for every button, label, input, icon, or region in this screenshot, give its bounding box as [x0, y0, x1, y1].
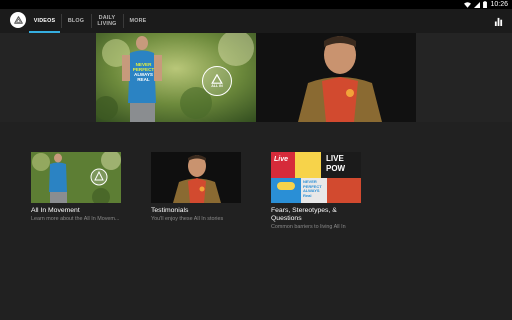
- status-icons: 10:26: [464, 0, 508, 9]
- video-card[interactable]: Live LIVE POW NEVER PERFECT ALWAYS Real …: [271, 152, 363, 230]
- wifi-icon: [464, 1, 472, 8]
- shirt-text-line: REAL: [137, 77, 150, 82]
- triangle-logo-icon: [13, 15, 23, 24]
- hero-image-portrait: [256, 33, 416, 122]
- card-title: Testimonials: [151, 207, 189, 214]
- card-thumbnail[interactable]: [31, 152, 121, 203]
- collage-text: LIVE: [326, 154, 344, 163]
- collage-text: NEVER PERFECT ALWAYS Real: [303, 179, 322, 198]
- video-card[interactable]: All In Movement Learn more about the All…: [31, 152, 123, 222]
- app-logo[interactable]: [10, 12, 26, 28]
- shirt-text: NEVER PERFECT ALWAYS REAL: [130, 62, 157, 82]
- hero-backdrop-left: [0, 33, 96, 122]
- status-time: 10:26: [490, 1, 508, 8]
- video-card[interactable]: Testimonials You'll enjoy these All In s…: [151, 152, 243, 222]
- tab-daily-living[interactable]: DAILY LIVING: [92, 9, 122, 33]
- triangle-logo-icon: [211, 74, 223, 84]
- tab-blog[interactable]: BLOG: [62, 9, 90, 33]
- hero-banner[interactable]: NEVER PERFECT ALWAYS REAL ALL IN: [96, 33, 416, 122]
- badge-label: ALL IN: [211, 84, 223, 88]
- tab-more[interactable]: MORE: [124, 9, 152, 33]
- hero-image-outdoor: NEVER PERFECT ALWAYS REAL ALL IN: [96, 33, 256, 122]
- app-bar: VIDEOS BLOG DAILY LIVING MORE: [0, 9, 512, 33]
- card-thumbnail[interactable]: Live LIVE POW NEVER PERFECT ALWAYS Real: [271, 152, 361, 203]
- status-bar: 10:26: [0, 0, 512, 9]
- card-subtitle: Learn more about the All In Movem...: [31, 216, 120, 222]
- tab-videos[interactable]: VIDEOS: [29, 9, 60, 33]
- card-thumbnail[interactable]: [151, 152, 241, 203]
- battery-icon: [483, 1, 488, 8]
- collage-text: POW: [326, 164, 346, 173]
- stats-icon[interactable]: [494, 17, 503, 26]
- hero-backdrop-right: [416, 33, 512, 122]
- signal-icon: [474, 1, 481, 8]
- all-in-badge: ALL IN: [202, 66, 232, 96]
- collage-text: Live: [274, 156, 289, 163]
- card-subtitle: Common barriers to living All In: [271, 224, 346, 230]
- card-subtitle: You'll enjoy these All In stories: [151, 216, 224, 222]
- card-title: Fears, Stereotypes, & Questions: [271, 207, 337, 222]
- card-title: All In Movement: [31, 207, 80, 214]
